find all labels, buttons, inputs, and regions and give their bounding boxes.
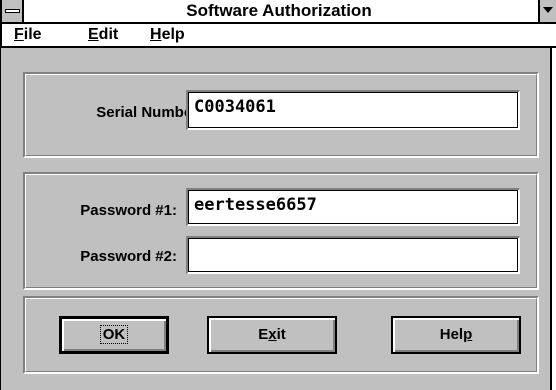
serial-number-label: Serial Number: — [96, 104, 203, 121]
menu-help[interactable]: Help — [150, 24, 185, 46]
password1-field[interactable]: eertesse6657 — [186, 188, 520, 226]
system-menu-button[interactable] — [2, 0, 24, 22]
exit-button-label: Exit — [258, 326, 286, 343]
title-bar: Software Authorization — [1, 0, 556, 24]
password1-label: Password #1: — [80, 202, 177, 219]
menu-bar: File Edit Help — [1, 24, 556, 48]
ok-button[interactable]: OK — [59, 316, 169, 354]
window-title: Software Authorization — [186, 1, 372, 20]
help-button-label: Help — [439, 326, 473, 343]
menu-edit[interactable]: Edit — [88, 24, 118, 46]
password-group: Password #1: eertesse6657 Password #2: — [23, 172, 539, 290]
password2-field[interactable] — [186, 236, 520, 274]
exit-button[interactable]: Exit — [207, 316, 337, 354]
help-button[interactable]: Help — [391, 316, 521, 354]
buttons-group: OK Exit Help — [23, 296, 539, 374]
system-menu-icon — [5, 9, 20, 13]
minimize-button[interactable] — [538, 0, 556, 22]
serial-group: Serial Number: C0034061 — [23, 72, 539, 158]
password2-label: Password #2: — [80, 248, 177, 265]
ok-button-label: OK — [99, 325, 129, 344]
menu-file[interactable]: File — [14, 24, 42, 46]
chevron-down-icon — [543, 7, 553, 13]
dialog-window: Software Authorization File Edit Help Se… — [0, 0, 556, 390]
serial-number-field[interactable]: C0034061 — [186, 90, 520, 130]
